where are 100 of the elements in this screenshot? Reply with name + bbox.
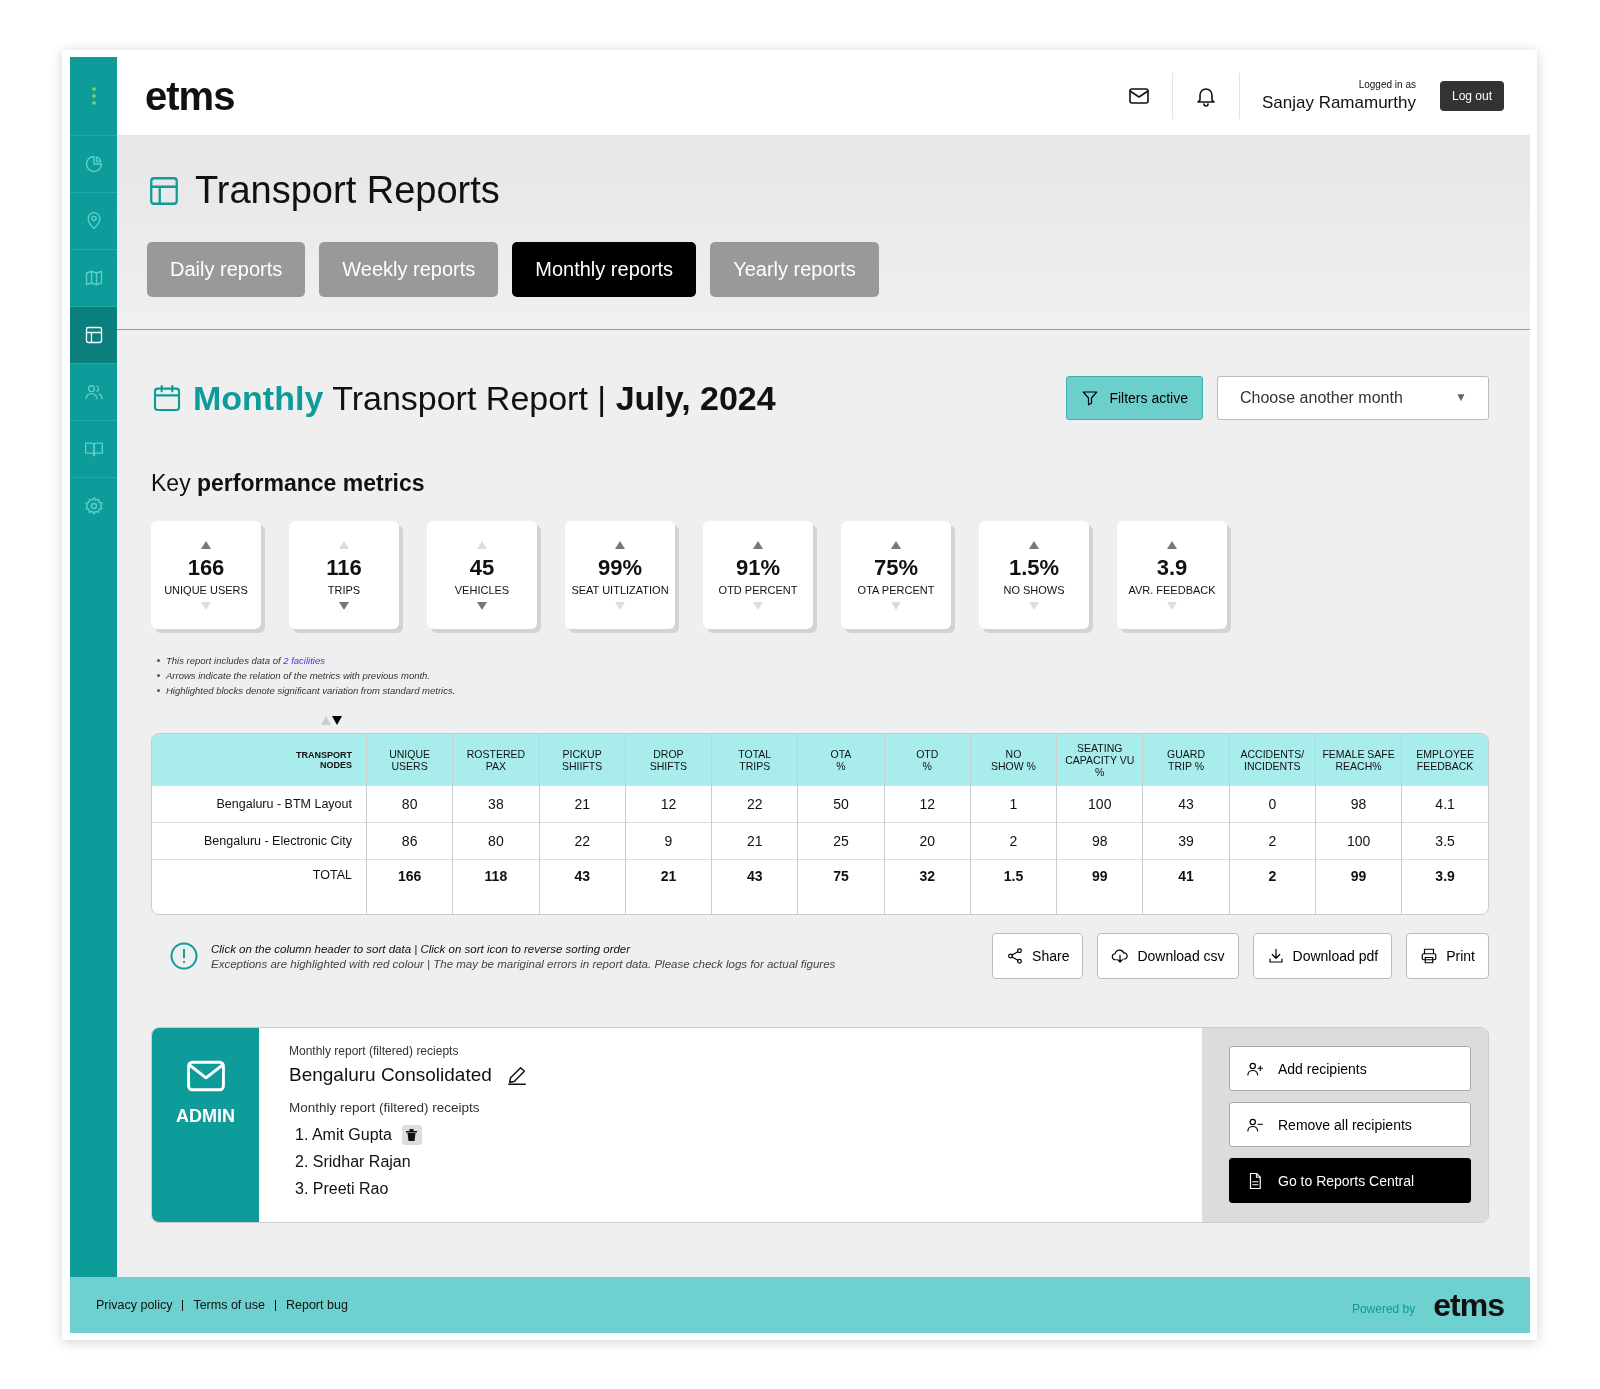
- table-cell: 43: [711, 859, 798, 914]
- users-icon: [83, 382, 104, 402]
- action-button[interactable]: Download pdf: [1252, 933, 1393, 979]
- report-tab[interactable]: Monthly reports: [512, 242, 697, 297]
- column-header[interactable]: PICKUP SHIIFTS: [539, 734, 626, 786]
- table-cell: 2: [1229, 859, 1316, 914]
- caption: Monthly report (filtered) reciepts: [289, 1044, 460, 1058]
- column-header[interactable]: NO SHOW %: [970, 734, 1057, 786]
- map-icon: [83, 268, 104, 288]
- group-name: Bengaluru Consolidated: [289, 1064, 492, 1086]
- table-cell: 22: [539, 822, 626, 860]
- column-header[interactable]: SEATING CAPACITY VU %: [1056, 734, 1143, 786]
- table-cell: 38: [452, 785, 540, 823]
- table-cell: TOTAL: [152, 859, 367, 914]
- calendar-icon: [151, 382, 183, 414]
- metric-value: 166: [187, 554, 225, 581]
- sidebar-item[interactable]: [70, 306, 117, 363]
- table-cell: 43: [1142, 785, 1230, 823]
- facilities-link[interactable]: 2 facilities: [283, 655, 325, 666]
- table-cell: 1: [970, 785, 1057, 823]
- table-cell: 80: [366, 785, 453, 823]
- table-cell: 100: [1315, 822, 1402, 860]
- metric-label: UNIQUE USERS: [164, 583, 248, 596]
- footer-link[interactable]: Report bug: [286, 1298, 348, 1312]
- recipient-name: 2. Sridhar Rajan: [295, 1152, 411, 1171]
- footer-link[interactable]: Privacy policy: [96, 1298, 173, 1312]
- column-header[interactable]: UNIQUE USERS: [366, 734, 453, 786]
- table-cell: 43: [539, 859, 626, 914]
- recipient-name: 3. Preeti Rao: [295, 1179, 389, 1198]
- sort-descending-icon[interactable]: [332, 716, 342, 725]
- pie-chart-icon: [83, 154, 104, 174]
- table-cell: 118: [452, 859, 540, 914]
- column-header[interactable]: FEMALE SAFE REACH%: [1315, 734, 1402, 786]
- metric-value: 3.9: [1156, 554, 1188, 581]
- metric-label: TRIPS: [327, 583, 361, 596]
- printer-icon: [1420, 947, 1439, 965]
- column-header[interactable]: ROSTERED PAX: [452, 734, 540, 786]
- note-text: Highlighted blocks denote significant variation from standard metrics.: [166, 684, 456, 698]
- table-cell: 21: [625, 859, 712, 914]
- footer-link[interactable]: Terms of use: [193, 1298, 265, 1312]
- table-cell: 98: [1315, 785, 1402, 823]
- action-button[interactable]: Download csv: [1097, 933, 1239, 979]
- table-cell: 99: [1056, 859, 1143, 914]
- hint-text: Exceptions are highlighted with red colour | The may be mariginal errors in report data. Please check logs for actual figures: [211, 957, 836, 970]
- recipient-action-button[interactable]: Go to Reports Central: [1229, 1158, 1471, 1203]
- table-cell: 100: [1056, 785, 1143, 823]
- filters-button[interactable]: Filters active: [1066, 376, 1203, 420]
- section-heading: Key performance metrics: [151, 470, 426, 497]
- table-cell: 3.9: [1401, 859, 1488, 914]
- column-header[interactable]: TRANSPORT NODES: [152, 734, 367, 786]
- metric-label: OTD PERCENT: [718, 583, 798, 596]
- table-cell: 0: [1229, 785, 1316, 823]
- metric-value: 45: [469, 554, 495, 581]
- column-header[interactable]: OTD %: [884, 734, 971, 786]
- column-header[interactable]: GUARD TRIP %: [1142, 734, 1230, 786]
- recipient-action-button[interactable]: Remove all recipients: [1229, 1102, 1471, 1147]
- column-header[interactable]: DROP SHIFTS: [625, 734, 712, 786]
- action-button[interactable]: Share: [992, 933, 1084, 979]
- delete-button[interactable]: [401, 1124, 422, 1145]
- logged-in-label: Logged in as: [1358, 79, 1416, 90]
- note-text: Arrows indicate the relation of the metrics with previous month.: [166, 669, 430, 683]
- caret-icon: ▼: [1455, 390, 1467, 404]
- column-header[interactable]: ACCIDENTS/ INCIDENTS: [1229, 734, 1316, 786]
- metric-value: 1.5%: [1008, 554, 1060, 581]
- note-text: This report includes data of 2 facilities: [166, 654, 325, 668]
- logout-button[interactable]: Log out: [1439, 81, 1504, 111]
- table-cell: Bengaluru - Electronic City: [152, 822, 367, 860]
- report-title: Monthly Transport Report | July, 2024: [193, 378, 776, 418]
- powered-by-label: Powered by: [1351, 1302, 1416, 1316]
- table-cell: 75: [797, 859, 885, 914]
- list-label: Monthly report (filtered) receipts: [289, 1100, 481, 1115]
- table-cell: 99: [1315, 859, 1402, 914]
- page-title: Transport Reports: [195, 169, 500, 212]
- recipient-action-button[interactable]: Add recipients: [1229, 1046, 1471, 1091]
- table-cell: 39: [1142, 822, 1230, 860]
- metric-label: OTA PERCENT: [857, 583, 935, 596]
- table-cell: 1.5: [970, 859, 1057, 914]
- edit-icon: [505, 1064, 528, 1086]
- metric-value: 99%: [597, 554, 642, 581]
- column-header[interactable]: EMPLOYEE FEEDBACK: [1401, 734, 1488, 786]
- column-header[interactable]: OTA %: [797, 734, 885, 786]
- footer-logo: etms: [1433, 1286, 1504, 1324]
- table-cell: 20: [884, 822, 971, 860]
- table-cell: 12: [625, 785, 712, 823]
- hint-text: Click on the column header to sort data | Click on sort icon to reverse sorting order: [211, 942, 632, 955]
- table-cell: 98: [1056, 822, 1143, 860]
- metric-label: SEAT UITLIZATION: [571, 583, 669, 596]
- table-cell: 21: [539, 785, 626, 823]
- filter-icon: [1081, 389, 1100, 407]
- table-cell: 32: [884, 859, 971, 914]
- column-header[interactable]: TOTAL TRIPS: [711, 734, 798, 786]
- download-icon: [1266, 947, 1285, 965]
- action-button[interactable]: Print: [1406, 933, 1489, 979]
- trash-icon: [406, 1128, 418, 1141]
- cloud-download-icon: [1111, 947, 1130, 965]
- table-cell: 166: [366, 859, 453, 914]
- share-icon: [1006, 947, 1025, 965]
- metric-label: NO SHOWS: [1003, 583, 1065, 596]
- table-cell: 21: [711, 822, 798, 860]
- table-cell: 2: [1229, 822, 1316, 860]
